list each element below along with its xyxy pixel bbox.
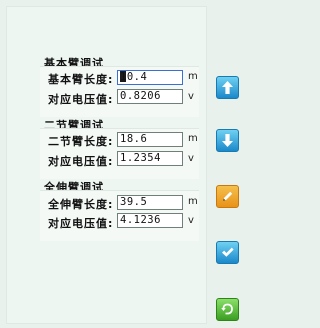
voltage-label: 对应电压值: — [48, 217, 114, 230]
length-input[interactable]: 10.4 — [117, 70, 183, 85]
return-icon — [221, 303, 233, 315]
length-unit: m — [188, 133, 198, 144]
voltage-input[interactable]: 4.1236 — [117, 213, 183, 228]
length-input[interactable]: 18.6 — [117, 132, 183, 147]
voltage-input[interactable]: 1.2354 — [117, 151, 183, 166]
arrow-down-icon — [222, 134, 233, 147]
voltage-input[interactable]: 0.8206 — [117, 89, 183, 104]
length-label: 基本臂长度: — [48, 73, 114, 86]
length-label: 全伸臂长度: — [48, 198, 114, 211]
voltage-unit: v — [188, 215, 194, 226]
length-unit: m — [188, 71, 198, 82]
confirm-button[interactable] — [216, 241, 239, 264]
edit-button[interactable] — [216, 185, 239, 208]
voltage-unit: v — [188, 153, 194, 164]
checkmark-icon — [222, 247, 234, 257]
return-button[interactable] — [216, 298, 239, 321]
pencil-icon — [223, 191, 233, 201]
move-up-button[interactable] — [216, 76, 239, 99]
voltage-unit: v — [188, 91, 194, 102]
length-label: 二节臂长度: — [48, 135, 114, 148]
move-down-button[interactable] — [216, 129, 239, 152]
length-input[interactable]: 39.5 — [117, 195, 183, 210]
voltage-label: 对应电压值: — [48, 155, 114, 168]
voltage-label: 对应电压值: — [48, 93, 114, 106]
arrow-up-icon — [222, 81, 233, 94]
length-unit: m — [188, 196, 198, 207]
